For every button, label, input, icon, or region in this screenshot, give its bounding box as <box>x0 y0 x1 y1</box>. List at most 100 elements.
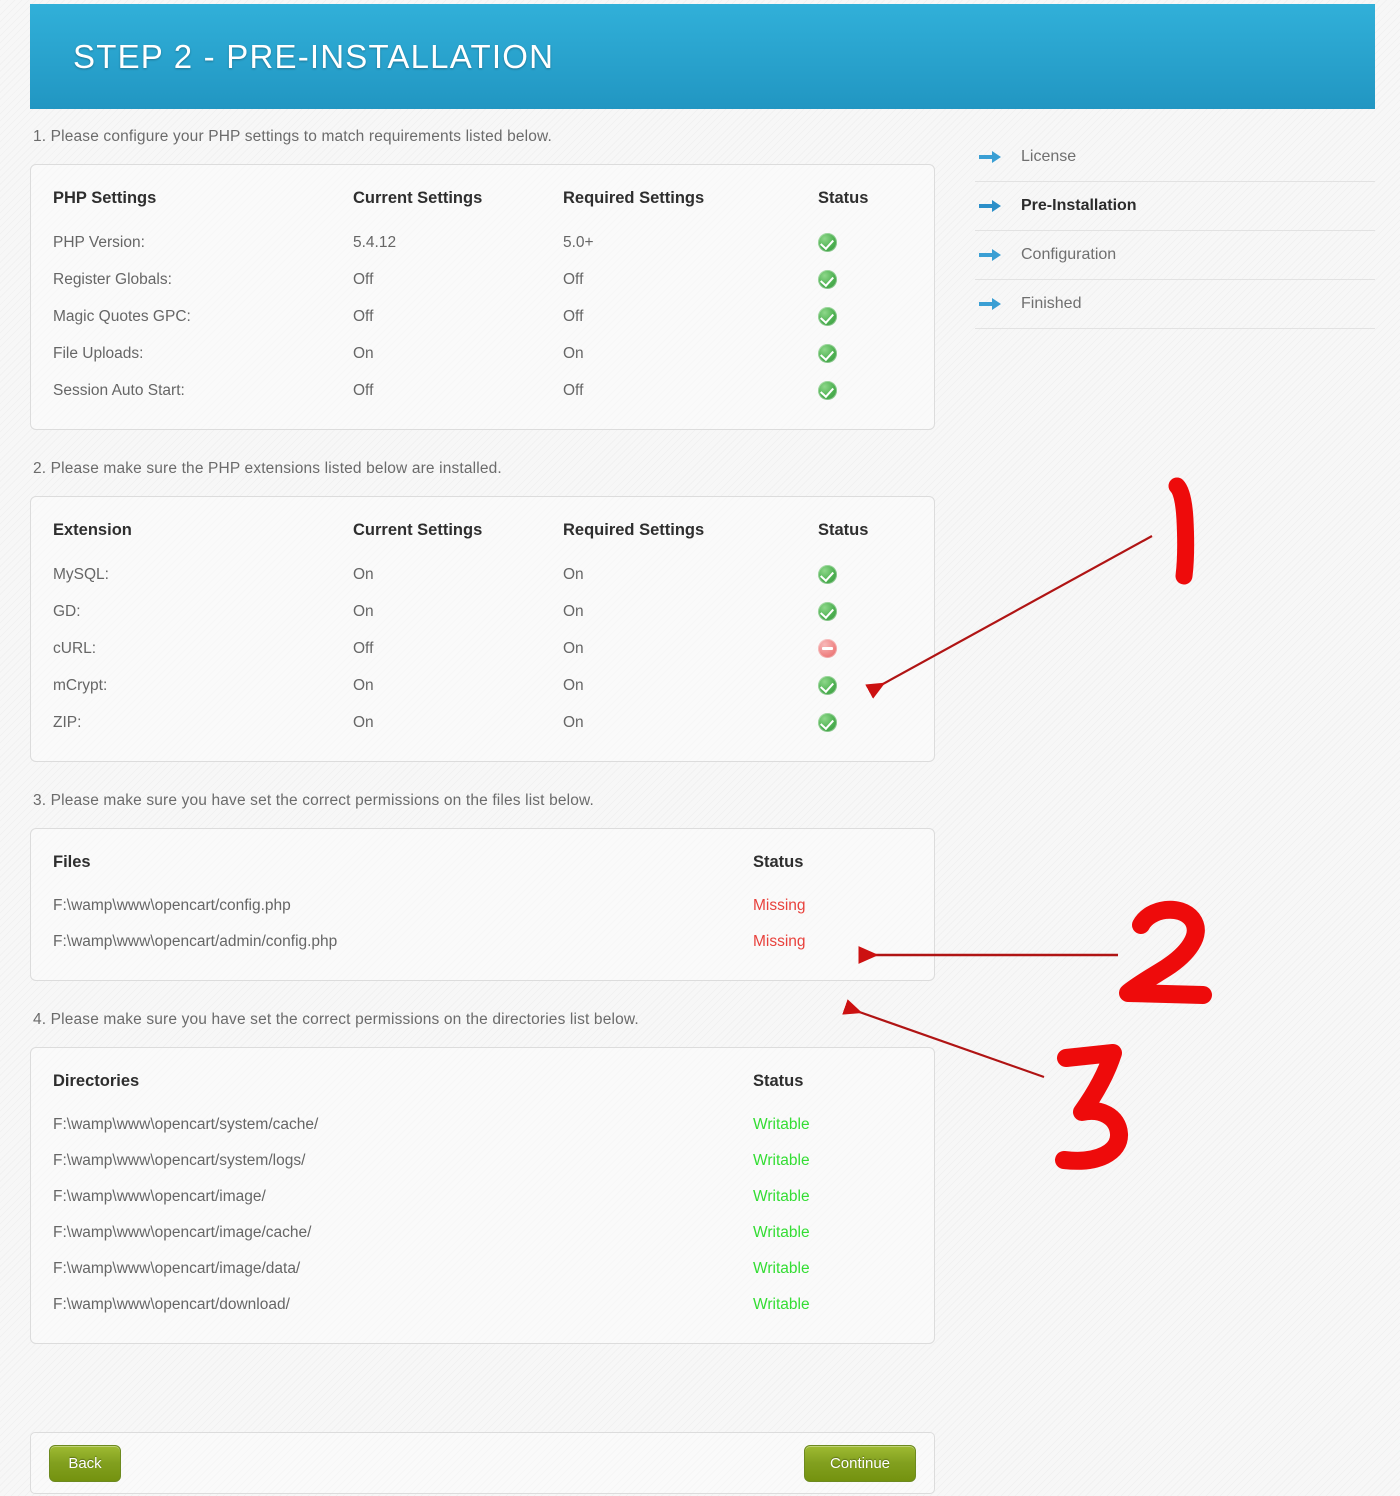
setting-required: Off <box>563 270 584 288</box>
setting-current: Off <box>353 381 374 399</box>
extension-current: On <box>353 565 374 583</box>
extensions-note: 2. Please make sure the PHP extensions l… <box>33 460 502 477</box>
extension-current: On <box>353 713 374 731</box>
directory-path: F:\wamp\www\opencart/image/ <box>53 1188 266 1205</box>
status-badge: Writable <box>753 1152 810 1169</box>
table-row: Session Auto Start: Off Off <box>53 372 938 409</box>
status-badge: Writable <box>753 1260 810 1277</box>
column-header-directories: Directories <box>53 1072 140 1090</box>
table-row: F:\wamp\www\opencart/config.php Missing <box>53 888 913 924</box>
sidebar-item-label: Pre-Installation <box>1021 197 1137 214</box>
column-header-extension: Extension <box>53 521 132 539</box>
column-header-current: Current Settings <box>353 189 483 207</box>
setting-name: Magic Quotes GPC: <box>53 307 191 325</box>
setting-required: On <box>563 344 584 362</box>
files-row-0-status: Missing <box>753 888 913 924</box>
directory-status: Writable <box>753 1287 913 1323</box>
table-row: F:\wamp\www\opencart/system/cache/ Writa… <box>53 1107 913 1143</box>
check-circle-icon <box>818 381 837 400</box>
sidebar-item-label: License <box>1021 148 1077 165</box>
back-button[interactable]: Back <box>49 1445 121 1482</box>
extension-current: On <box>353 676 374 694</box>
status-badge: Missing <box>753 933 806 950</box>
extensions-panel: Extension Current Settings Required Sett… <box>30 496 935 762</box>
setting-status <box>818 372 938 409</box>
curl-status-icon <box>818 630 938 667</box>
table-row: PHP Version: 5.4.12 5.0+ <box>53 224 938 261</box>
table-row: F:\wamp\www\opencart/image/ Writable <box>53 1179 913 1215</box>
extension-name: GD: <box>53 602 81 620</box>
setting-current: 5.4.12 <box>353 233 397 251</box>
table-header-row: Files Status <box>53 847 913 888</box>
setting-status <box>818 224 938 261</box>
table-row: GD: On On <box>53 593 938 630</box>
continue-button[interactable]: Continue <box>804 1445 916 1482</box>
directory-path: F:\wamp\www\opencart/download/ <box>53 1296 290 1313</box>
annotation-numeral-2 <box>1119 900 1212 1004</box>
files-panel: Files Status F:\wamp\www\opencart/config… <box>30 828 935 981</box>
extensions-table: Extension Current Settings Required Sett… <box>53 515 938 741</box>
directory-path: F:\wamp\www\opencart/system/cache/ <box>53 1116 319 1133</box>
sidebar-item-label: Configuration <box>1021 246 1117 263</box>
files-table: Files Status F:\wamp\www\opencart/config… <box>53 847 913 960</box>
column-header-status: Status <box>753 1072 804 1090</box>
php-settings-note: 1. Please configure your PHP settings to… <box>33 128 552 145</box>
files-row-1-status: Missing <box>753 924 913 960</box>
annotation-numeral-1 <box>1168 477 1195 585</box>
column-header-status: Status <box>753 853 804 871</box>
install-steps-nav: License Pre-Installation Configuration F… <box>975 133 1375 329</box>
extension-status <box>818 593 938 630</box>
extension-name: ZIP: <box>53 713 82 731</box>
setting-required: Off <box>563 307 584 325</box>
setting-current: On <box>353 344 374 362</box>
arrow-right-icon <box>979 200 1001 212</box>
setting-required: 5.0+ <box>563 233 594 251</box>
setting-status <box>818 298 938 335</box>
extension-status <box>818 556 938 593</box>
directory-path: F:\wamp\www\opencart/image/data/ <box>53 1260 301 1277</box>
directory-path: F:\wamp\www\opencart/image/cache/ <box>53 1224 312 1241</box>
table-row: mCrypt: On On <box>53 667 938 704</box>
extension-current: Off <box>353 639 374 657</box>
arrow-right-icon <box>979 298 1001 310</box>
table-row: F:\wamp\www\opencart/admin/config.php Mi… <box>53 924 913 960</box>
annotation-numeral-3 <box>1055 1044 1128 1170</box>
table-row: cURL: Off On <box>53 630 938 667</box>
arrow-right-icon <box>979 249 1001 261</box>
directories-table: Directories Status F:\wamp\www\opencart/… <box>53 1066 913 1323</box>
page-header: STEP 2 - PRE-INSTALLATION <box>30 4 1375 109</box>
sidebar-item-configuration[interactable]: Configuration <box>975 231 1375 280</box>
check-circle-icon <box>818 344 837 363</box>
table-header-row: Directories Status <box>53 1066 913 1107</box>
setting-name: PHP Version: <box>53 233 145 251</box>
setting-status <box>818 335 938 372</box>
table-header-row: PHP Settings Current Settings Required S… <box>53 183 938 224</box>
table-row: F:\wamp\www\opencart/image/data/ Writabl… <box>53 1251 913 1287</box>
table-row: Magic Quotes GPC: Off Off <box>53 298 938 335</box>
extension-current: On <box>353 602 374 620</box>
column-header-required: Required Settings <box>563 189 705 207</box>
table-row: F:\wamp\www\opencart/download/ Writable <box>53 1287 913 1323</box>
table-row: F:\wamp\www\opencart/system/logs/ Writab… <box>53 1143 913 1179</box>
extension-status <box>818 667 938 704</box>
table-row: Register Globals: Off Off <box>53 261 938 298</box>
directory-status: Writable <box>753 1143 913 1179</box>
status-badge: Writable <box>753 1188 810 1205</box>
column-header-files: Files <box>53 853 91 871</box>
table-row: MySQL: On On <box>53 556 938 593</box>
directory-status: Writable <box>753 1107 913 1143</box>
sidebar-item-pre-installation[interactable]: Pre-Installation <box>975 182 1375 231</box>
directories-panel: Directories Status F:\wamp\www\opencart/… <box>30 1047 935 1344</box>
directories-note: 4. Please make sure you have set the cor… <box>33 1011 639 1028</box>
footer-button-bar: Back Continue <box>30 1432 935 1494</box>
extension-required: On <box>563 639 584 657</box>
table-row: ZIP: On On <box>53 704 938 741</box>
sidebar-item-license[interactable]: License <box>975 133 1375 182</box>
setting-name: File Uploads: <box>53 344 144 362</box>
sidebar-item-finished[interactable]: Finished <box>975 280 1375 329</box>
main-content: 1. Please configure your PHP settings to… <box>30 128 935 1374</box>
table-header-row: Extension Current Settings Required Sett… <box>53 515 938 556</box>
table-row: F:\wamp\www\opencart/image/cache/ Writab… <box>53 1215 913 1251</box>
sidebar-item-label: Finished <box>1021 295 1082 312</box>
extension-required: On <box>563 565 584 583</box>
